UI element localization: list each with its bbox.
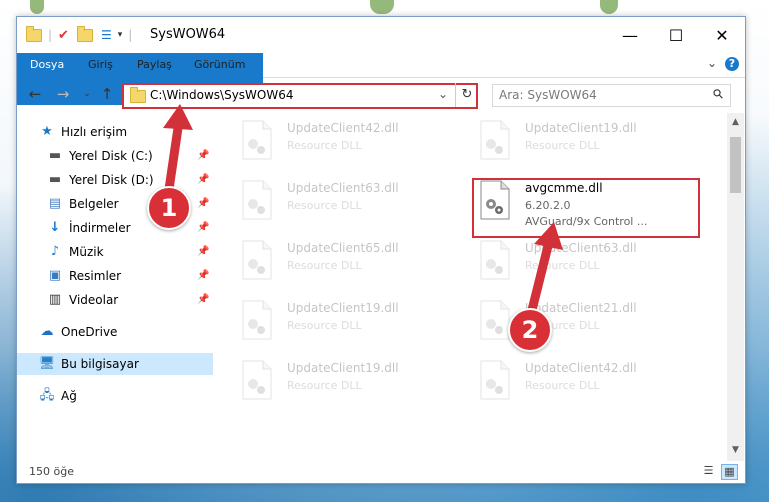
arrow-1 xyxy=(163,104,193,201)
arrow-2 xyxy=(525,222,563,323)
callout-1: 1 xyxy=(147,186,191,230)
annotation-layer xyxy=(163,104,563,323)
callout-2: 2 xyxy=(508,308,552,352)
